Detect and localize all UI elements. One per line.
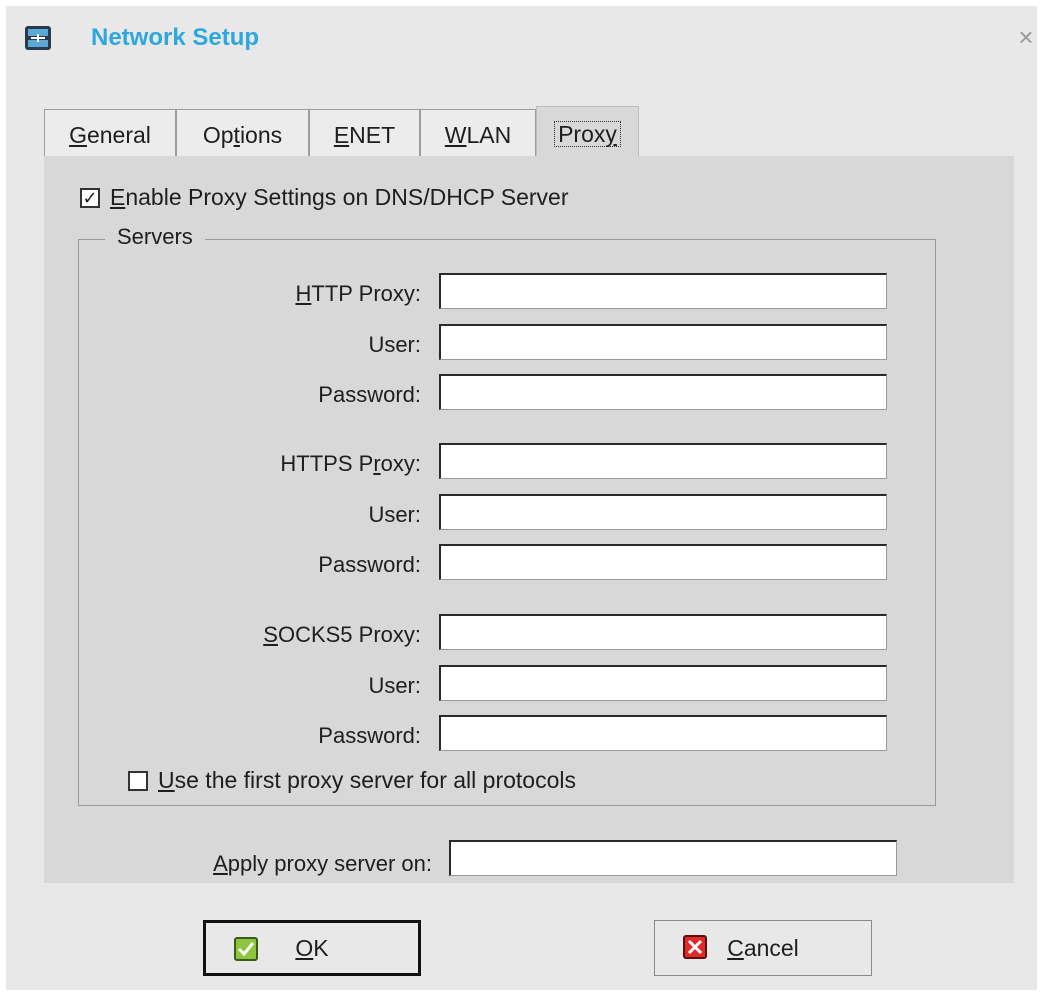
network-setup-dialog: Network Setup × General Options ENET WLA… — [6, 6, 1037, 990]
use-first-proxy-label: Use the first proxy server for all proto… — [158, 767, 576, 793]
socks5-user-label: User: — [368, 673, 421, 698]
https-user-input[interactable] — [439, 494, 887, 530]
http-password-input[interactable] — [439, 374, 887, 410]
http-password-label: Password: — [318, 382, 421, 407]
ok-button[interactable]: OK — [203, 920, 421, 976]
close-button[interactable]: × — [1016, 24, 1036, 50]
tab-enet[interactable]: ENET — [309, 109, 420, 159]
servers-legend: Servers — [105, 224, 205, 250]
http-user-label: User: — [368, 332, 421, 357]
use-first-proxy-checkbox-row[interactable]: Use the first proxy server for all proto… — [128, 767, 576, 794]
http-proxy-label: HTTP Proxy: — [295, 281, 421, 306]
https-proxy-input[interactable] — [439, 443, 887, 479]
network-icon — [25, 26, 51, 50]
tab-proxy[interactable]: Proxy — [536, 106, 639, 163]
use-first-proxy-checkbox[interactable] — [128, 770, 148, 791]
http-user-input[interactable] — [439, 324, 887, 360]
tab-label: Proxy — [554, 121, 621, 147]
title-bar: Network Setup × — [6, 6, 1037, 78]
proxy-panel: ✓ Enable Proxy Settings on DNS/DHCP Serv… — [44, 156, 1014, 883]
socks5-password-input[interactable] — [439, 715, 887, 751]
tab-wlan[interactable]: WLAN — [420, 109, 536, 159]
tab-label: General — [69, 122, 151, 148]
socks5-password-label: Password: — [318, 723, 421, 748]
socks5-proxy-label: SOCKS5 Proxy: — [263, 622, 421, 647]
cancel-label: Cancel — [727, 934, 799, 961]
tab-label: ENET — [333, 122, 396, 148]
https-password-input[interactable] — [439, 544, 887, 580]
servers-group: Servers HTTP Proxy: User: Password: HTTP… — [78, 224, 936, 806]
ok-label: OK — [295, 934, 329, 961]
enable-proxy-checkbox[interactable]: ✓ — [80, 187, 100, 208]
enable-proxy-label: Enable Proxy Settings on DNS/DHCP Server — [110, 184, 569, 210]
socks5-user-input[interactable] — [439, 665, 887, 701]
socks5-proxy-input[interactable] — [439, 614, 887, 650]
tab-label: WLAN — [444, 122, 512, 148]
tab-options[interactable]: Options — [176, 109, 309, 159]
http-proxy-input[interactable] — [439, 273, 887, 309]
cancel-button[interactable]: Cancel — [654, 920, 872, 976]
enable-proxy-checkbox-row[interactable]: ✓ Enable Proxy Settings on DNS/DHCP Serv… — [80, 184, 569, 211]
tab-label: Options — [202, 122, 283, 148]
https-password-label: Password: — [318, 552, 421, 577]
https-proxy-label: HTTPS Proxy: — [280, 451, 421, 476]
dialog-title: Network Setup — [91, 24, 260, 51]
https-user-label: User: — [368, 502, 421, 527]
apply-proxy-label: Apply proxy server on: — [213, 851, 432, 876]
apply-proxy-input[interactable] — [449, 840, 897, 876]
tab-general[interactable]: General — [44, 109, 176, 159]
